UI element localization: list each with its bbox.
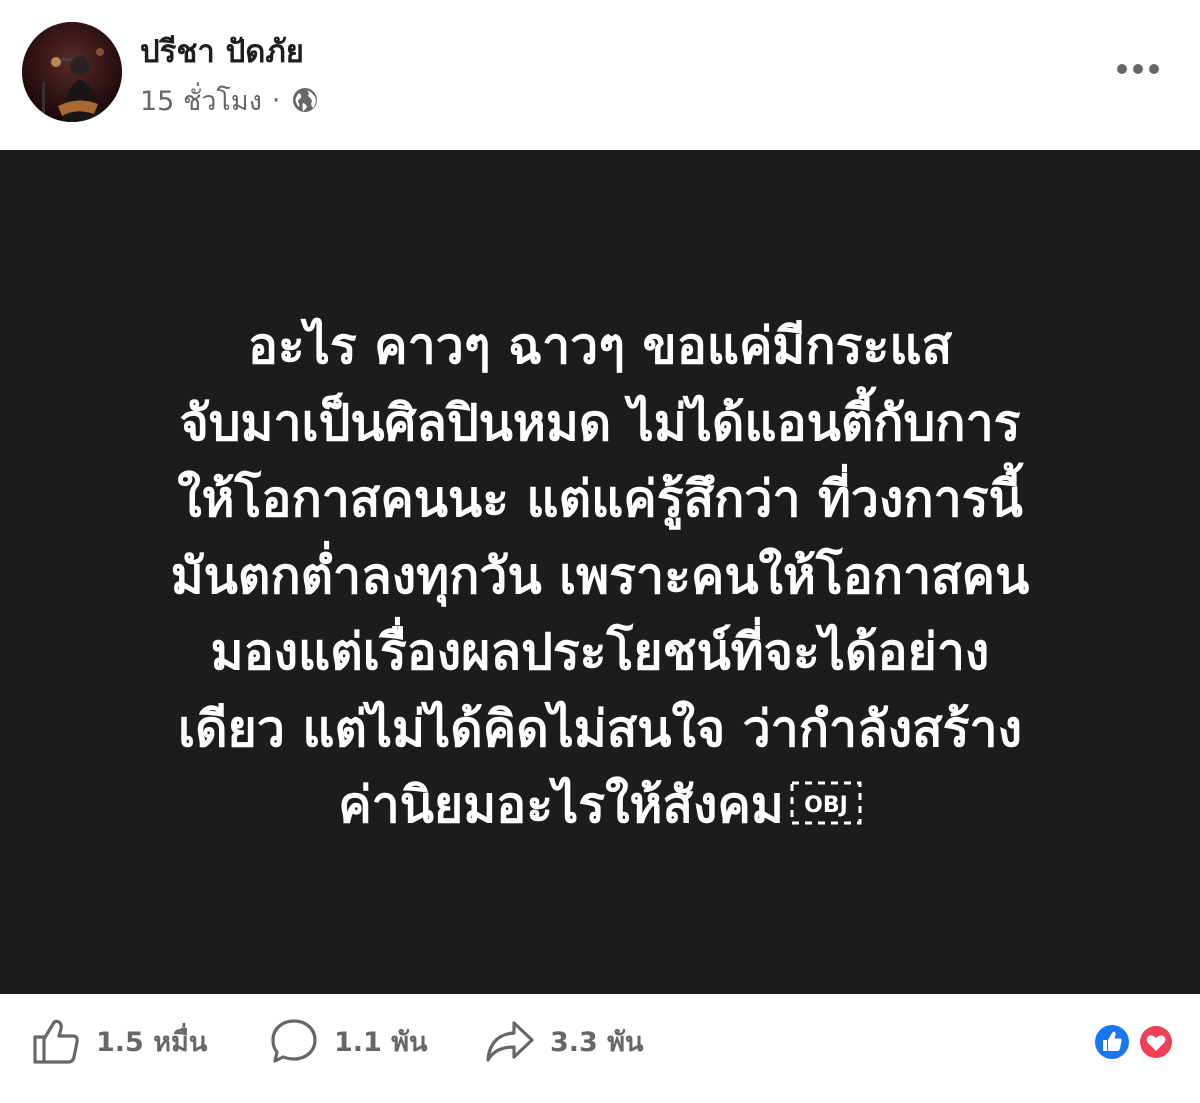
post-header: ปรีชา ปัดภัย 15 ชั่วโมง · <box>0 0 1200 150</box>
post-content: อะไร คาวๆ ฉาวๆ ขอแค่มีกระแส จับมาเป็นศิล… <box>0 150 1200 994</box>
share-arrow-icon <box>484 1016 536 1066</box>
author-name[interactable]: ปรีชา ปัดภัย <box>140 26 304 76</box>
comment-button[interactable]: 1.1 พัน <box>268 1016 428 1066</box>
more-options-icon[interactable] <box>1108 52 1168 86</box>
message-line: มันตกต่ำลงทุกวัน เพราะคนให้โอกาสคน <box>170 546 1030 605</box>
message-line-text: ค่านิยมอะไรให้สังคม <box>338 776 784 835</box>
reaction-summary[interactable] <box>1090 1020 1178 1064</box>
avatar[interactable] <box>22 22 122 122</box>
share-count: 3.3 พัน <box>550 1026 644 1058</box>
post-message: อะไร คาวๆ ฉาวๆ ขอแค่มีกระแส จับมาเป็นศิล… <box>45 308 1155 844</box>
message-line: อะไร คาวๆ ฉาวๆ ขอแค่มีกระแส <box>247 317 953 376</box>
share-button[interactable]: 3.3 พัน <box>484 1016 644 1066</box>
post-timestamp[interactable]: 15 ชั่วโมง <box>140 79 262 122</box>
post-footer: 1.5 หมื่น 1.1 พัน 3.3 พัน <box>0 994 1200 1103</box>
comment-bubble-icon <box>268 1016 320 1066</box>
object-replacement-text: OBJ <box>804 793 848 818</box>
message-line: ให้โอกาสคนนะ แต่แค่รู้สึกว่า ที่วงการนี้ <box>177 470 1023 529</box>
thumbs-up-icon <box>30 1016 82 1066</box>
like-button[interactable]: 1.5 หมื่น <box>30 1016 207 1066</box>
message-line-last: ค่านิยมอะไรให้สังคม OBJ <box>45 767 1155 844</box>
comment-count: 1.1 พัน <box>334 1026 428 1058</box>
message-line: จับมาเป็นศิลปินหมด ไม่ได้แอนตี้กับการ <box>179 393 1021 452</box>
post-meta: 15 ชั่วโมง · <box>140 80 319 120</box>
like-count: 1.5 หมื่น <box>96 1026 208 1058</box>
message-line: เดียว แต่ไม่ได้คิดไม่สนใจ ว่ากำลังสร้าง <box>177 699 1023 758</box>
globe-icon <box>291 86 319 114</box>
object-replacement-icon: OBJ <box>790 781 862 825</box>
message-line: มองแต่เรื่องผลประโยชน์ที่จะได้อย่าง <box>210 623 990 682</box>
facebook-post: ปรีชา ปัดภัย 15 ชั่วโมง · อะไร คาวๆ ฉาวๆ… <box>0 0 1200 1103</box>
meta-separator: · <box>271 84 281 116</box>
